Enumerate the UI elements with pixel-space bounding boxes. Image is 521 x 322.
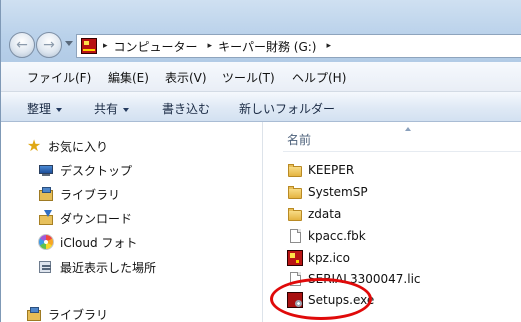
nav-item-downloads[interactable]: ダウンロード <box>38 208 132 228</box>
menu-tools[interactable]: ツール(T) <box>222 69 275 86</box>
favorites-star-icon: ★ <box>26 136 42 155</box>
nav-item-recent-places[interactable]: 最近表示した場所 <box>38 257 156 277</box>
breadcrumb-computer[interactable]: コンピューター <box>114 38 198 55</box>
folder-icon <box>287 184 303 200</box>
forward-arrow-icon: → <box>43 37 55 53</box>
address-bar[interactable]: ▸ コンピューター ▸ キーパー財務 (G:) ▸ <box>76 34 521 58</box>
back-arrow-icon: ← <box>16 37 28 53</box>
organize-label: 整理 <box>27 102 52 116</box>
file-name: kpz.ico <box>308 251 350 265</box>
file-name: SystemSP <box>308 185 368 199</box>
chevron-down-icon <box>56 107 63 112</box>
nav-item-label: デスクトップ <box>60 163 133 178</box>
breadcrumb-separator-icon[interactable]: ▸ <box>208 41 213 51</box>
menu-view[interactable]: 表示(V) <box>165 69 207 86</box>
desktop-icon <box>38 162 54 178</box>
nav-favorites-label: お気に入り <box>48 139 109 154</box>
menu-edit[interactable]: 編集(E) <box>108 69 149 86</box>
nav-item-desktop[interactable]: デスクトップ <box>38 160 132 180</box>
library-icon <box>38 186 54 202</box>
breadcrumb-drive[interactable]: キーパー財務 (G:) <box>218 38 316 55</box>
breadcrumb-separator-icon[interactable]: ▸ <box>326 41 331 51</box>
back-button[interactable]: ← <box>9 32 35 58</box>
organize-button[interactable]: 整理 <box>27 100 63 117</box>
nav-libraries-label: ライブラリ <box>48 307 109 322</box>
library-icon <box>26 306 42 322</box>
file-row[interactable]: KEEPER <box>287 160 354 180</box>
column-header-name[interactable]: 名前 <box>287 131 311 148</box>
file-name: KEEPER <box>308 163 355 177</box>
menu-help[interactable]: ヘルプ(H) <box>292 69 346 86</box>
share-button[interactable]: 共有 <box>94 100 130 117</box>
explorer-window: ← → ▸ コンピューター ▸ キーパー財務 (G:) ▸ ファイル(F) 編集… <box>0 0 521 322</box>
file-icon <box>287 228 303 244</box>
nav-item-label: ライブラリ <box>60 187 121 202</box>
command-bar: 整理 共有 書き込む 新しいフォルダー <box>0 92 521 122</box>
download-folder-icon <box>38 210 54 226</box>
highlight-circle-annotation <box>270 278 372 320</box>
folder-icon <box>287 206 303 222</box>
new-folder-button[interactable]: 新しいフォルダー <box>239 100 335 117</box>
nav-item-label: ダウンロード <box>60 211 133 226</box>
nav-item-icloud-photos[interactable]: iCloud フォト <box>38 232 137 252</box>
file-name: zdata <box>308 207 342 221</box>
file-name: kpacc.fbk <box>308 229 366 243</box>
sort-ascending-icon <box>405 127 411 131</box>
menu-bar: ファイル(F) 編集(E) 表示(V) ツール(T) ヘルプ(H) <box>0 62 521 92</box>
recent-places-icon <box>38 259 54 275</box>
icloud-photos-icon <box>38 234 54 250</box>
nav-item-label: 最近表示した場所 <box>60 260 157 275</box>
breadcrumb-separator-icon[interactable]: ▸ <box>103 41 108 51</box>
nav-libraries[interactable]: ライブラリ <box>26 304 108 322</box>
share-label: 共有 <box>94 102 119 116</box>
recent-pages-dropdown-icon[interactable] <box>65 41 73 46</box>
kpz-icon <box>287 250 303 266</box>
folder-icon <box>287 162 303 178</box>
forward-button[interactable]: → <box>36 32 62 58</box>
file-row[interactable]: kpz.ico <box>287 248 350 268</box>
burn-button[interactable]: 書き込む <box>162 100 210 117</box>
nav-item-label: iCloud フォト <box>60 235 138 250</box>
header-divider <box>283 151 521 152</box>
nav-favorites[interactable]: ★ お気に入り <box>26 136 108 156</box>
file-row[interactable]: SystemSP <box>287 182 368 202</box>
file-row[interactable]: kpacc.fbk <box>287 226 366 246</box>
title-bar: ← → ▸ コンピューター ▸ キーパー財務 (G:) ▸ <box>0 0 521 62</box>
file-row[interactable]: zdata <box>287 204 341 224</box>
nav-item-library[interactable]: ライブラリ <box>38 184 120 204</box>
chevron-down-icon <box>123 107 130 112</box>
menu-file[interactable]: ファイル(F) <box>27 69 91 86</box>
drive-icon <box>81 38 97 54</box>
